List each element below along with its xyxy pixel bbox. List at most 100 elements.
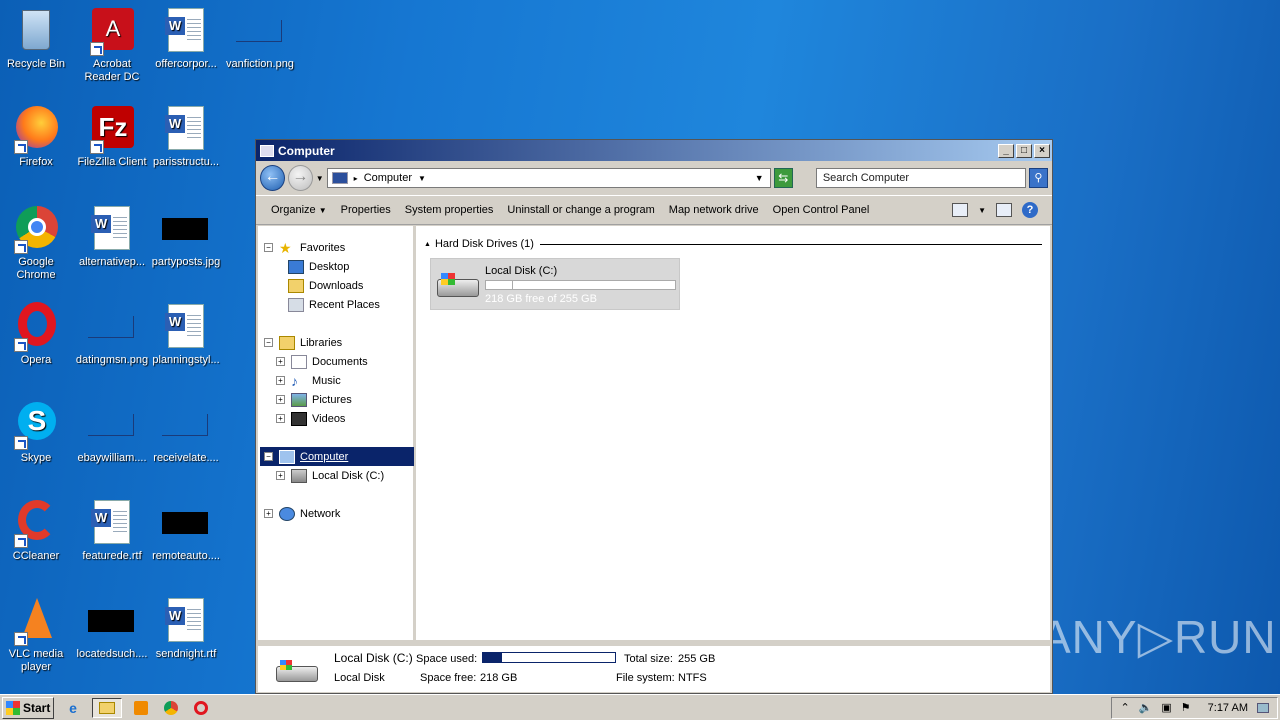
nav-pictures[interactable]: + Pictures [276,390,352,409]
desktop-icon-ebaywilliam[interactable]: ebaywilliam.... [74,400,150,465]
desktop-icon-chrome[interactable]: Google Chrome [0,204,74,282]
collapse-icon[interactable]: − [264,452,273,461]
nav-recent-places[interactable]: Recent Places [288,295,380,314]
desktop-icon-filezilla[interactable]: Fz FileZilla Client [74,104,150,169]
refresh-icon[interactable]: ⇆ [773,168,793,188]
back-button[interactable]: ← [260,165,285,191]
desktop-icon-opera[interactable]: Opera [0,302,74,367]
search-input[interactable]: Search Computer [815,168,1026,188]
address-bar-row: ← → ▼ ▸ Computer ▼ ▼ ⇆ Search Computer ⚲ [256,161,1052,195]
opera-taskbar-icon[interactable] [190,698,212,718]
desktop-icon-vanfiction[interactable]: vanfiction.png [222,6,298,71]
address-dropdown-icon[interactable]: ▼ [755,173,764,183]
desktop-icon-label: Skype [20,452,52,464]
expand-icon[interactable]: + [276,357,285,366]
nav-computer[interactable]: − Computer [260,447,414,466]
action-center-flag-icon[interactable]: ⚑ [1181,701,1191,714]
view-options-icon[interactable] [952,203,969,217]
nav-local-disk[interactable]: + Local Disk (C:) [276,466,384,485]
close-button[interactable]: × [1034,143,1050,158]
nav-videos[interactable]: + Videos [276,409,345,428]
nav-favorites[interactable]: − ★ Favorites [264,238,345,257]
nav-downloads[interactable]: Downloads [288,276,363,295]
desktop-icon-label: Opera [20,354,52,366]
collapse-icon[interactable]: − [264,243,273,252]
organize-button[interactable]: Organize ▼ [264,204,334,216]
group-collapse-icon[interactable]: ▲ [424,241,431,248]
desktop-icon-sendnight[interactable]: W sendnight.rtf [148,596,224,661]
uninstall-program-button[interactable]: Uninstall or change a program [500,204,661,216]
history-dropdown-icon[interactable]: ▼ [316,174,324,183]
space-free-label: Space free: [420,672,477,684]
explorer-taskbar-button[interactable] [92,697,122,718]
breadcrumb-dropdown-icon[interactable]: ▼ [418,174,426,183]
navigation-pane[interactable]: − ★ Favorites Desktop Downloads Recent P… [258,226,416,640]
expand-icon[interactable]: + [264,509,273,518]
videos-icon [291,411,307,426]
expand-icon[interactable]: + [276,376,285,385]
expand-icon[interactable]: + [276,471,285,480]
start-button[interactable]: Start [2,696,54,719]
open-control-panel-button[interactable]: Open Control Panel [766,204,877,216]
desktop-icon-recycle-bin[interactable]: Recycle Bin [0,6,74,71]
desktop-icon-planningstyl[interactable]: W planningstyl... [148,302,224,367]
desktop-icon-skype[interactable]: S Skype [0,400,74,465]
desktop-icon-acrobat[interactable]: A Acrobat Reader DC [74,6,150,84]
desktop-icon-locatedsuch[interactable]: locatedsuch.... [74,596,150,661]
system-properties-button[interactable]: System properties [398,204,501,216]
space-used-fill [483,653,503,662]
content-pane[interactable]: ▲ Hard Disk Drives (1) Local Disk (C:) 2… [416,226,1050,640]
explorer-window[interactable]: Computer _ □ × ← → ▼ ▸ Computer ▼ ▼ ⇆ Se… [255,139,1053,694]
expand-icon[interactable]: + [276,414,285,423]
collapse-icon[interactable]: − [264,338,273,347]
breadcrumb-computer[interactable]: Computer [364,172,412,184]
group-header-label: Hard Disk Drives (1) [434,238,534,250]
desktop-icon-partyposts[interactable]: partyposts.jpg [148,204,224,269]
show-desktop-icon[interactable] [1257,702,1269,713]
nav-label: Computer [300,450,349,463]
address-field[interactable]: ▸ Computer ▼ ▼ [326,168,771,188]
show-hidden-icons-icon[interactable]: ⌃ [1120,701,1129,714]
internet-explorer-icon[interactable]: e [62,698,84,718]
hard-disk-drives-group[interactable]: ▲ Hard Disk Drives (1) [424,238,1042,250]
nav-desktop[interactable]: Desktop [288,257,349,276]
help-icon[interactable]: ? [1022,202,1038,218]
nav-documents[interactable]: + Documents [276,352,368,371]
clock[interactable]: 7:17 AM [1208,702,1248,714]
minimize-button[interactable]: _ [998,143,1014,158]
firefox-icon [12,104,60,154]
word-doc-icon: W [162,596,210,644]
desktop-icon-alternativep[interactable]: W alternativep... [74,204,150,269]
maximize-button[interactable]: □ [1016,143,1032,158]
desktop-icon-offercorpor[interactable]: W offercorpor... [148,6,224,71]
desktop-icon-featurede[interactable]: W featurede.rtf [74,498,150,563]
desktop-icon-receivelate[interactable]: receivelate.... [148,400,224,465]
view-dropdown-icon[interactable]: ▼ [978,206,986,215]
forward-button[interactable]: → [287,165,313,191]
network-tray-icon[interactable]: ▣ [1161,701,1171,714]
breadcrumb-arrow-icon[interactable]: ▸ [354,174,358,183]
desktop-icon-ccleaner[interactable]: CCleaner [0,498,74,563]
word-doc-icon: W [88,498,136,546]
nav-music[interactable]: + ♪ Music [276,371,341,390]
desktop-icon-firefox[interactable]: Firefox [0,104,74,169]
nav-network[interactable]: + Network [264,504,340,523]
expand-icon[interactable]: + [276,395,285,404]
volume-icon[interactable]: 🔈 [1139,701,1153,714]
hard-drive-icon [291,468,307,483]
chrome-taskbar-icon[interactable] [160,698,182,718]
drive-tile-local-disk-c[interactable]: Local Disk (C:) 218 GB free of 255 GB [430,258,680,310]
title-bar[interactable]: Computer _ □ × [256,140,1052,161]
preview-pane-icon[interactable] [996,203,1012,217]
hard-drive-icon [274,658,320,686]
image-file-icon [88,596,136,644]
media-player-icon[interactable] [130,698,152,718]
desktop-icon-parisstructu[interactable]: W parisstructu... [148,104,224,169]
desktop-icon-remoteauto[interactable]: remoteauto.... [148,498,224,563]
properties-button[interactable]: Properties [334,204,398,216]
desktop-icon-vlc[interactable]: VLC media player [0,596,74,674]
map-network-drive-button[interactable]: Map network drive [662,204,766,216]
search-icon[interactable]: ⚲ [1028,168,1049,188]
nav-libraries[interactable]: − Libraries [264,333,342,352]
desktop-icon-datingmsn[interactable]: datingmsn.png [74,302,150,367]
